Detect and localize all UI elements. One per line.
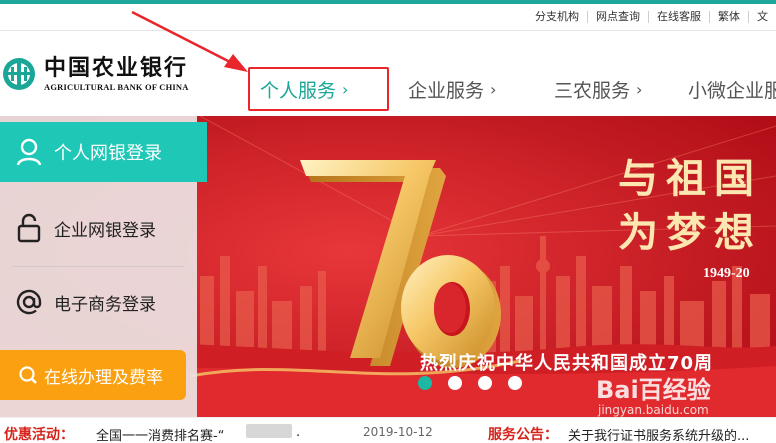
login-divider [12, 266, 185, 267]
utility-link-traditional-chinese[interactable]: 繁体 [709, 11, 748, 23]
nav-rural-services-label: 三农服务 [554, 79, 631, 102]
promo-date: 2019-10-12 [363, 425, 433, 439]
at-icon [14, 287, 44, 317]
online-services-label: 在线办理及费率 [44, 367, 163, 388]
logo-english-name: AGRICULTURAL BANK OF CHINA [44, 82, 189, 92]
news-ticker: 优惠活动： 全国一一消费排名赛-“ . 2019-10-12 服务公告： 关于我… [0, 417, 776, 443]
promo-label: 优惠活动： [4, 427, 74, 443]
utility-link-branches[interactable]: 分支机构 [527, 11, 587, 23]
chevron-right-icon: › [636, 79, 643, 99]
blurred-text [246, 424, 292, 438]
ecommerce-login-label: 电子商务登录 [54, 294, 156, 315]
ecommerce-login-button[interactable]: 电子商务登录 [0, 272, 197, 332]
utility-link-online-service[interactable]: 在线客服 [648, 11, 709, 23]
abc-emblem-icon [3, 58, 35, 90]
notice-link[interactable]: 关于我行证书服务系统升级的... [568, 425, 749, 443]
personal-ebank-login-button[interactable]: 个人网银登录 [0, 122, 207, 182]
logo-chinese-name: 中国农业银行 [44, 55, 189, 81]
banner-slogan-line1: 与祖国 [618, 155, 762, 202]
nav-corporate-services[interactable]: 企业服务 › [408, 68, 496, 110]
utility-link-more[interactable]: 文 [748, 11, 776, 23]
carousel-dot-3[interactable] [478, 376, 492, 390]
chevron-right-icon: › [490, 79, 497, 99]
promo-link[interactable]: 全国一一消费排名赛-“ [96, 425, 224, 443]
nav-small-business-services[interactable]: 小微企业服 [688, 68, 776, 110]
utility-link-outlet-search[interactable]: 网点查询 [587, 11, 648, 23]
utility-nav: 分支机构 网点查询 在线客服 繁体 文 [527, 4, 776, 30]
personal-ebank-login-label: 个人网银登录 [54, 143, 162, 164]
search-icon [18, 365, 38, 385]
carousel-dot-4[interactable] [508, 376, 522, 390]
nav-rural-services[interactable]: 三农服务 › [554, 68, 642, 110]
banner-years: 1949-20 [703, 266, 750, 281]
user-icon [14, 137, 44, 167]
promo-tail: . [296, 425, 301, 440]
online-services-button[interactable]: 在线办理及费率 [0, 350, 186, 400]
nav-corporate-services-label: 企业服务 [408, 79, 485, 102]
corporate-ebank-login-button[interactable]: 企业网银登录 [0, 198, 197, 258]
banner-slogan-line2: 为梦想 [618, 209, 762, 256]
carousel-dot-2[interactable] [448, 376, 462, 390]
baidu-jingyan-watermark: Bai百经验 [596, 376, 711, 404]
baidu-jingyan-url: jingyan.baidu.com [598, 403, 709, 417]
annotation-highlight-box [248, 67, 389, 111]
lock-icon [14, 213, 44, 243]
banner-slogan: 与祖国 为梦想 [618, 152, 762, 260]
nav-small-business-services-label: 小微企业服 [688, 79, 776, 102]
carousel-dots [418, 376, 522, 390]
utility-divider [0, 30, 776, 31]
carousel-dot-1[interactable] [418, 376, 432, 390]
abc-logo[interactable]: 中国农业银行 AGRICULTURAL BANK OF CHINA [0, 52, 189, 96]
corporate-ebank-login-label: 企业网银登录 [54, 220, 156, 241]
notice-label: 服务公告： [488, 427, 558, 443]
